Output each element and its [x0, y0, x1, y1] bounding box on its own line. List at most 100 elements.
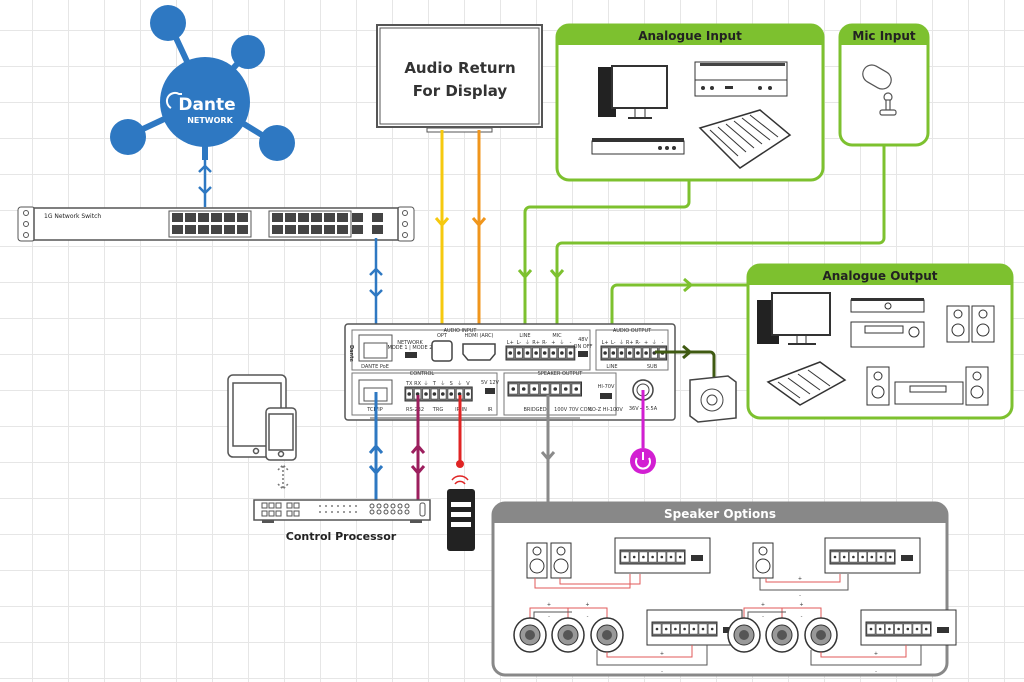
av-extender-icon	[694, 61, 788, 97]
audio-output-section-label: AUDIO OUTPUT	[613, 328, 652, 334]
speaker-output-panel-icon	[860, 609, 957, 646]
switch-port[interactable]	[311, 225, 322, 234]
analogue-output-title: Analogue Output	[822, 269, 937, 283]
switch-port[interactable]	[272, 225, 283, 234]
phantom-label: 48V	[578, 337, 588, 343]
switch-port[interactable]	[237, 225, 248, 234]
speaker-output-panel-icon	[646, 609, 743, 646]
analogue-input-title: Analogue Input	[638, 29, 742, 43]
switch-port[interactable]	[185, 225, 196, 234]
network-switch: 1G Network Switch	[17, 206, 415, 242]
switch-port[interactable]	[237, 213, 248, 222]
pin-label: V	[466, 381, 470, 387]
speaker-output-panel-icon	[824, 537, 921, 574]
optical-wire	[434, 130, 450, 345]
opt-label: OPT	[437, 333, 448, 339]
mic-input-group: Mic Input	[838, 23, 930, 147]
switch-sfp-port[interactable]	[372, 225, 383, 234]
switch-port[interactable]	[172, 213, 183, 222]
switch-port[interactable]	[285, 213, 296, 222]
switch-port[interactable]	[211, 213, 222, 222]
pin-label: RX	[414, 381, 421, 387]
pin-label: R+	[532, 340, 540, 346]
ceiling-speaker-icon	[804, 617, 838, 653]
dante-network-logo: Dante NETWORK	[110, 5, 295, 161]
switch-port[interactable]	[224, 225, 235, 234]
polarity-label: -	[875, 669, 877, 675]
dante-network-label: NETWORK	[187, 116, 233, 125]
wireless-signal-icon	[451, 475, 469, 485]
hdmi-port[interactable]	[462, 343, 496, 361]
sub-label: SUB	[647, 364, 658, 370]
switch-port[interactable]	[198, 213, 209, 222]
network-mode-switch[interactable]	[405, 352, 417, 358]
switch-port[interactable]	[285, 225, 296, 234]
switch-label: 1G Network Switch	[44, 213, 101, 220]
rs232-label: RS-232	[406, 407, 424, 413]
optical-port[interactable]	[431, 340, 453, 362]
switch-port[interactable]	[172, 225, 183, 234]
phantom-state: ON OFF	[574, 344, 593, 350]
device-brand: Dante	[348, 345, 354, 362]
switch-sfp-port[interactable]	[352, 225, 363, 234]
switch-port[interactable]	[324, 213, 335, 222]
analogue-input-wire	[517, 180, 691, 345]
pin-label: -	[570, 340, 572, 346]
switch-sfp-port[interactable]	[372, 213, 383, 222]
speaker-options-group: Speaker Options + - + + - - + - + + - - + -	[491, 501, 957, 677]
polarity-label: -	[661, 669, 663, 675]
polarity-label: -	[587, 614, 589, 620]
cd-player-icon	[850, 298, 925, 313]
polarity-label: -	[799, 593, 801, 599]
pin-label: ⏚	[525, 339, 530, 346]
switch-port[interactable]	[185, 213, 196, 222]
pin-label: R+	[626, 340, 634, 346]
trg-label: TRG	[432, 407, 444, 413]
pin-label: S	[450, 381, 453, 387]
switch-port[interactable]	[337, 213, 348, 222]
pin-label: L-	[517, 340, 522, 346]
ir-voltage-switch[interactable]	[485, 388, 495, 394]
switch-port[interactable]	[224, 213, 235, 222]
dante-switch-link	[198, 150, 212, 207]
switch-port[interactable]	[298, 213, 309, 222]
impedance-switch[interactable]	[600, 393, 612, 399]
polarity-label: -	[762, 614, 764, 620]
analogue-output-group: Analogue Output	[746, 263, 1014, 420]
polarity-label: +	[660, 651, 664, 657]
pin-label: L-	[611, 340, 616, 346]
pin-label: ⏚	[440, 380, 445, 387]
mic-in-label: MIC	[552, 333, 562, 339]
bluray-player-icon	[591, 138, 685, 155]
polarity-label: -	[801, 614, 803, 620]
switch-port[interactable]	[311, 213, 322, 222]
switch-sfp-port[interactable]	[352, 213, 363, 222]
display-tv: Audio Return For Display	[376, 24, 543, 133]
bookshelf-speaker-icon	[550, 542, 572, 579]
switch-port[interactable]	[337, 225, 348, 234]
polarity-label: +	[798, 576, 802, 582]
out-line-label: LINE	[606, 364, 617, 370]
subwoofer-icon	[689, 375, 737, 423]
pin-label: -	[662, 340, 664, 346]
switch-port[interactable]	[298, 225, 309, 234]
polarity-label: +	[874, 651, 878, 657]
pin-label: ⏚	[652, 339, 657, 346]
switch-port[interactable]	[272, 213, 283, 222]
switch-port[interactable]	[198, 225, 209, 234]
phantom-switch[interactable]	[578, 351, 588, 357]
switch-port[interactable]	[324, 225, 335, 234]
ceiling-speaker-icon	[513, 617, 547, 653]
display-title-line1: Audio Return	[404, 59, 515, 77]
switch-port[interactable]	[211, 225, 222, 234]
dante-brand: Dante	[178, 95, 235, 115]
control-processor-label: Control Processor	[286, 530, 397, 543]
speaker-output-terminal[interactable]	[507, 381, 582, 397]
pin-label: +	[551, 340, 555, 346]
speaker-options-title: Speaker Options	[664, 507, 776, 521]
pin-label: ⏚	[559, 339, 564, 346]
ir-voltage-options: 5V 12V	[481, 380, 500, 386]
polarity-label: +	[585, 602, 589, 608]
control-section-label: CONTROL	[410, 371, 435, 377]
speaker-output-section-label: SPEAKER OUTPUT	[538, 371, 584, 377]
